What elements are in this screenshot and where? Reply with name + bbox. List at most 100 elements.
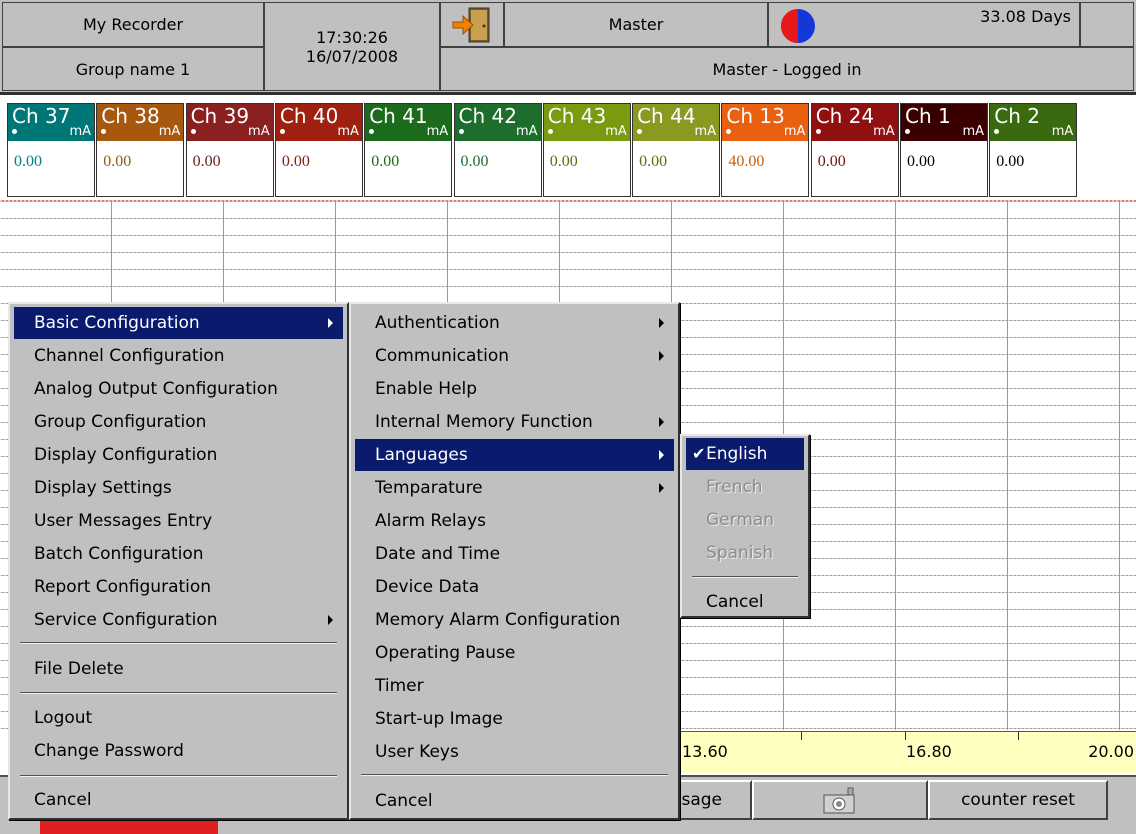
memory-status: 33.08 Days xyxy=(768,2,1080,47)
snapshot-button[interactable] xyxy=(752,780,928,820)
submenu-arrow-icon xyxy=(659,483,664,493)
menu-item-french: French xyxy=(686,471,804,503)
menu-item-cancel[interactable]: Cancel xyxy=(355,785,674,817)
alarm-indicator xyxy=(40,820,218,834)
counter-reset-button[interactable]: counter reset xyxy=(928,780,1108,820)
menu-item-analog-output-configuration[interactable]: Analog Output Configuration xyxy=(14,373,343,405)
menu-item-cancel[interactable]: Cancel xyxy=(14,784,343,816)
menu-item-spanish: Spanish xyxy=(686,537,804,569)
channel-value: 0.00 xyxy=(14,153,42,170)
menu-item-timer[interactable]: Timer xyxy=(355,670,674,702)
menu-item-cancel[interactable]: Cancel xyxy=(686,586,804,618)
menu-item-alarm-relays[interactable]: Alarm Relays xyxy=(355,505,674,537)
channel-tile[interactable]: Ch 42 mA 0.00 xyxy=(453,103,542,197)
menu-item-temparature[interactable]: Temparature xyxy=(355,472,674,504)
channel-value: 0.00 xyxy=(192,153,221,170)
channel-name: Ch 44 xyxy=(637,104,696,128)
menu-item-label: Channel Configuration xyxy=(34,346,225,366)
time-axis: 13.60 16.80 20.00 xyxy=(680,731,1136,773)
channel-value: 0.00 xyxy=(549,153,578,170)
date-time-display: 17:30:26 16/07/2008 xyxy=(264,2,440,91)
channel-value: 0.00 xyxy=(996,153,1025,170)
days-remaining: 33.08 Days xyxy=(980,7,1071,26)
channel-tile[interactable]: Ch 1 mA 0.00 xyxy=(900,103,988,197)
main-config-menu: Basic Configuration Channel Configuration… xyxy=(8,302,349,820)
menu-separator xyxy=(692,576,798,578)
submenu-arrow-icon xyxy=(659,417,664,427)
menu-item-basic-configuration[interactable]: Basic Configuration xyxy=(14,307,343,339)
channel-tile[interactable]: Ch 41 mA 0.00 xyxy=(364,103,453,197)
menu-item-report-configuration[interactable]: Report Configuration xyxy=(14,571,343,603)
login-status: Master - Logged in xyxy=(440,47,1134,91)
clock-time: 17:30:26 xyxy=(316,27,388,47)
menu-item-device-data[interactable]: Device Data xyxy=(355,571,674,603)
channel-tile[interactable]: Ch 43 mA 0.00 xyxy=(542,103,631,197)
menu-item-display-settings[interactable]: Display Settings xyxy=(14,472,343,504)
menu-item-operating-pause[interactable]: Operating Pause xyxy=(355,637,674,669)
channel-tile[interactable]: Ch 44 mA 0.00 xyxy=(632,103,721,197)
memory-pie-icon xyxy=(781,9,815,43)
menu-item-label: Start-up Image xyxy=(375,709,503,729)
menu-item-label: Cancel xyxy=(34,790,92,810)
channel-unit: mA xyxy=(515,124,538,139)
channel-tile[interactable]: Ch 13 mA 40.00 xyxy=(721,103,810,197)
channel-unit: mA xyxy=(426,124,449,139)
channel-unit: mA xyxy=(248,124,270,139)
logout-door-icon[interactable] xyxy=(440,2,504,47)
channel-status-dot xyxy=(905,129,910,134)
menu-item-internal-memory-function[interactable]: Internal Memory Function xyxy=(355,406,674,438)
menu-item-batch-configuration[interactable]: Batch Configuration xyxy=(14,538,343,570)
channel-value: 0.00 xyxy=(371,153,400,170)
channel-name: Ch 42 xyxy=(458,104,517,128)
channel-tile[interactable]: Ch 24 mA 0.00 xyxy=(810,103,899,197)
menu-item-english[interactable]: English ✔ xyxy=(686,438,804,470)
channel-header: Ch 39 mA xyxy=(186,104,273,141)
menu-item-authentication[interactable]: Authentication xyxy=(355,307,674,339)
menu-item-memory-alarm-configuration[interactable]: Memory Alarm Configuration xyxy=(355,604,674,636)
menu-item-logout[interactable]: Logout xyxy=(14,702,343,734)
menu-item-change-password[interactable]: Change Password xyxy=(14,735,343,767)
menu-item-group-configuration[interactable]: Group Configuration xyxy=(14,406,343,438)
axis-tick xyxy=(801,732,802,740)
basic-configuration-submenu: Authentication Communication Enable Help In… xyxy=(349,302,680,820)
menu-item-enable-help[interactable]: Enable Help xyxy=(355,373,674,405)
channel-tile[interactable]: Ch 37 mA 0.00 xyxy=(7,103,95,197)
menu-item-user-messages-entry[interactable]: User Messages Entry xyxy=(14,505,343,537)
menu-item-label: Report Configuration xyxy=(34,577,212,597)
channel-unit: mA xyxy=(337,124,359,139)
channel-status-dot xyxy=(815,129,821,134)
channel-status-dot xyxy=(190,129,196,134)
menu-item-label: Enable Help xyxy=(375,379,478,399)
menu-item-label: Temparature xyxy=(375,478,483,498)
channel-name: Ch 39 xyxy=(190,104,250,128)
menu-item-service-configuration[interactable]: Service Configuration xyxy=(14,604,343,636)
menu-item-user-keys[interactable]: User Keys xyxy=(355,736,674,768)
menu-item-display-configuration[interactable]: Display Configuration xyxy=(14,439,343,471)
menu-item-languages[interactable]: Languages xyxy=(355,439,674,471)
channel-header: Ch 37 mA xyxy=(8,104,94,141)
axis-label: 16.80 xyxy=(906,742,952,761)
menu-item-date-and-time[interactable]: Date and Time xyxy=(355,538,674,570)
menu-item-label: Logout xyxy=(34,708,93,728)
menu-item-communication[interactable]: Communication xyxy=(355,340,674,372)
group-name[interactable]: Group name 1 xyxy=(2,47,264,91)
menu-item-label: File Delete xyxy=(34,659,124,679)
channel-unit: mA xyxy=(694,124,717,139)
menu-item-label: French xyxy=(706,477,763,497)
menu-item-start-up-image[interactable]: Start-up Image xyxy=(355,703,674,735)
channel-tile[interactable]: Ch 40 mA 0.00 xyxy=(274,103,363,197)
submenu-arrow-icon xyxy=(328,318,333,328)
channel-tile[interactable]: Ch 2 mA 0.00 xyxy=(989,103,1078,197)
channel-unit: mA xyxy=(605,124,627,139)
channel-tile[interactable]: Ch 38 mA 0.00 xyxy=(96,103,185,197)
channel-header: Ch 40 mA xyxy=(275,104,362,141)
channel-status-dot xyxy=(637,129,643,134)
menu-item-label: Authentication xyxy=(375,313,500,333)
channel-value: 0.00 xyxy=(103,153,132,170)
channel-tile[interactable]: Ch 39 mA 0.00 xyxy=(185,103,274,197)
channel-name: Ch 1 xyxy=(905,104,951,128)
menu-item-file-delete[interactable]: File Delete xyxy=(14,653,343,685)
menu-item-label: Operating Pause xyxy=(375,643,516,663)
menu-item-channel-configuration[interactable]: Channel Configuration xyxy=(14,340,343,372)
menu-item-label: Analog Output Configuration xyxy=(34,379,278,399)
